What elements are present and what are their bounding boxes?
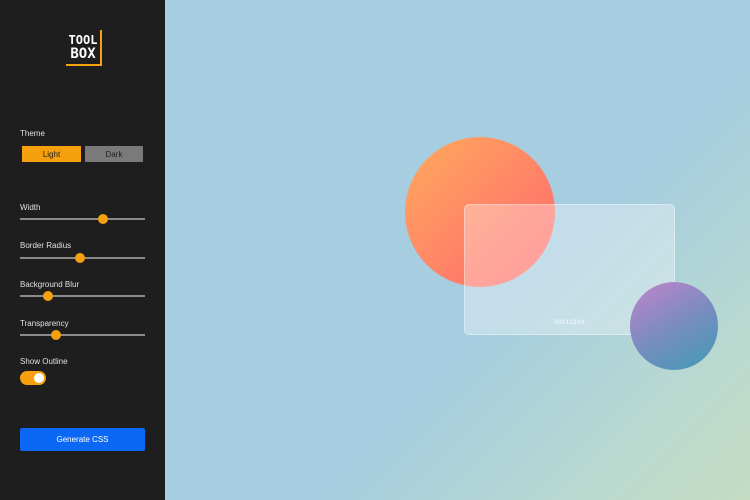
show-outline-label: Show Outline: [20, 357, 68, 366]
width-slider[interactable]: [20, 213, 145, 225]
slider-thumb[interactable]: [42, 291, 53, 301]
toggle-knob[interactable]: [34, 373, 44, 383]
slider-track[interactable]: [20, 218, 145, 220]
preview-canvas: 09011994: [165, 0, 750, 500]
slider-track[interactable]: [20, 295, 145, 297]
theme-light-button[interactable]: Light: [22, 146, 81, 162]
sidebar: TOOL BOX Theme Light Dark Width Border R…: [0, 0, 165, 500]
logo-line-2: BOX: [70, 46, 96, 62]
border-radius-slider[interactable]: [20, 252, 145, 264]
logo-line-1: TOOL: [68, 33, 98, 47]
slider-thumb[interactable]: [51, 330, 62, 340]
slider-track[interactable]: [20, 334, 145, 336]
show-outline-toggle[interactable]: [20, 371, 46, 385]
toolbox-logo: TOOL BOX: [66, 30, 102, 66]
transparency-slider[interactable]: [20, 329, 145, 341]
width-label: Width: [20, 203, 41, 212]
background-blur-slider[interactable]: [20, 290, 145, 302]
slider-thumb[interactable]: [75, 253, 85, 263]
theme-label: Theme: [20, 129, 45, 138]
generate-css-button[interactable]: Generate CSS: [20, 428, 145, 451]
background-blur-label: Background Blur: [20, 280, 80, 289]
purple-circle: [630, 282, 718, 370]
theme-dark-button[interactable]: Dark: [85, 146, 143, 162]
slider-thumb[interactable]: [97, 214, 108, 224]
border-radius-label: Border Radius: [20, 241, 72, 250]
transparency-label: Transparency: [20, 319, 69, 328]
